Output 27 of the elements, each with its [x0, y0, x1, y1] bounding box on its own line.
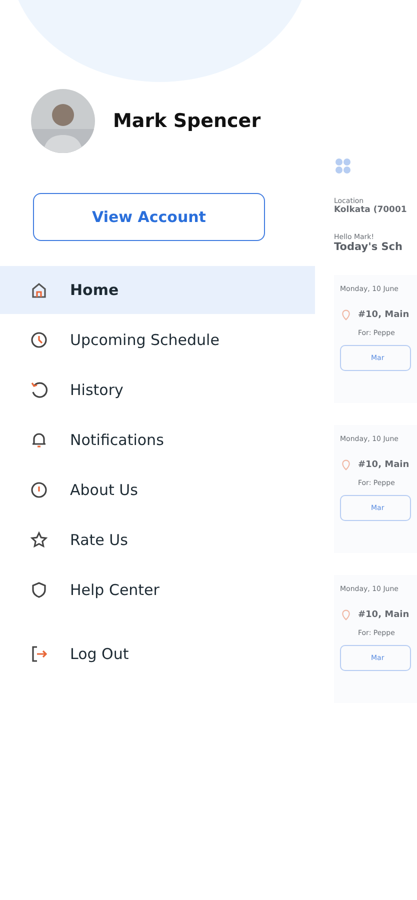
logout-icon	[30, 645, 48, 663]
star-icon	[30, 531, 48, 549]
location-pin-icon	[340, 609, 352, 621]
location-text: Kolkata (70001	[334, 205, 407, 215]
menu-item[interactable]: History	[0, 366, 315, 414]
menu-item[interactable]: Help Center	[0, 566, 315, 614]
profile-name: Mark Spencer	[113, 110, 261, 132]
logout-item[interactable]: Log Out	[0, 630, 315, 678]
schedule-heading: Today's Sch	[334, 241, 402, 253]
shield-icon	[30, 581, 48, 599]
location-pin-icon	[340, 309, 352, 321]
card-address: #10, Main	[358, 610, 410, 620]
view-account-button[interactable]: View Account	[33, 193, 265, 241]
card-address: #10, Main	[358, 460, 410, 470]
location-pin-icon	[340, 459, 352, 471]
grid-icon	[334, 157, 352, 175]
menu-item[interactable]: Upcoming Schedule	[0, 316, 315, 364]
menu-item[interactable]: Rate Us	[0, 516, 315, 564]
history-icon	[30, 381, 48, 399]
menu-item[interactable]: Notifications	[0, 416, 315, 464]
menu-item[interactable]: Home	[0, 266, 315, 314]
card-address: #10, Main	[358, 310, 410, 320]
info-icon	[30, 481, 48, 499]
menu-item[interactable]: About Us	[0, 466, 315, 514]
clock-icon	[30, 331, 48, 349]
bell-icon	[30, 431, 48, 449]
home-icon	[30, 281, 48, 299]
